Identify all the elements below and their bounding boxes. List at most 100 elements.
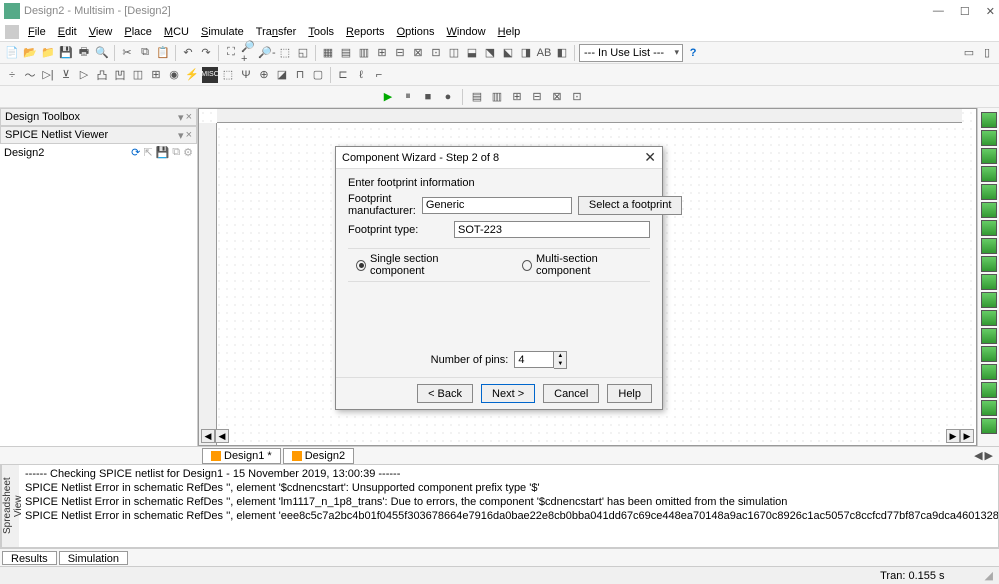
sim-opt-c-icon[interactable]: ⊞ [509,89,525,105]
instrument-bode-icon[interactable] [981,202,997,218]
place-junction-icon[interactable]: ⌐ [371,67,387,83]
tool-d-icon[interactable]: ⊞ [374,45,390,61]
tab-nav-right[interactable]: ▶ [985,449,993,462]
menu-view[interactable]: View [83,24,119,40]
spreadsheet-view-tab[interactable]: Spreadsheet View [1,465,19,547]
refresh-icon[interactable]: ⟳ [131,146,140,159]
place-rf-icon[interactable]: Ψ [238,67,254,83]
place-analog-icon[interactable]: ▷ [76,67,92,83]
sim-opt-b-icon[interactable]: ▥ [489,89,505,105]
place-basic-icon[interactable]: ～ [22,67,38,83]
sim-opt-f-icon[interactable]: ⊡ [569,89,585,105]
spinner-number-of-pins[interactable]: ▲▼ [514,351,567,369]
panel-pin-icon[interactable]: ▾ [178,129,184,142]
log-tab-simulation[interactable]: Simulation [59,551,128,565]
input-footprint-manufacturer[interactable] [422,197,572,214]
place-bus-icon[interactable]: ⊏ [335,67,351,83]
radio-multi-section[interactable]: Multi-section component [522,253,642,277]
save-icon[interactable]: 💾 [156,146,170,159]
tool-l-icon[interactable]: ◨ [518,45,534,61]
place-indicator-icon[interactable]: ◉ [166,67,182,83]
button-cancel[interactable]: Cancel [543,384,599,403]
dialog-close-button[interactable]: ✕ [644,149,656,166]
instrument-agfg-icon[interactable] [981,364,997,380]
place-diode-icon[interactable]: ▷| [40,67,56,83]
minimize-button[interactable]: — [933,5,944,18]
panel-close-icon[interactable]: × [186,129,192,142]
menu-options[interactable]: Options [391,24,441,40]
sim-opt-e-icon[interactable]: ⊠ [549,89,565,105]
zoom-fit-icon[interactable]: ◱ [295,45,311,61]
sim-opt-a-icon[interactable]: ▤ [469,89,485,105]
place-misc2-icon[interactable]: MISC [202,67,218,83]
gear-icon[interactable]: ⚙ [183,146,193,159]
redo-icon[interactable]: ↷ [198,45,214,61]
place-cmos-icon[interactable]: 凹 [112,67,128,83]
netlist-item[interactable]: Design2 ⟳ ⇱ 💾 ⧉ ⚙ [0,144,197,161]
tool-b-icon[interactable]: ▤ [338,45,354,61]
menu-transfer[interactable]: Transfer [250,24,303,40]
spin-down-icon[interactable]: ▼ [554,360,566,368]
menu-edit[interactable]: Edit [52,24,83,40]
menu-simulate[interactable]: Simulate [195,24,250,40]
menu-reports[interactable]: Reports [340,24,391,40]
tab-nav-left[interactable]: ◀ [974,449,982,462]
menu-window[interactable]: Window [440,24,491,40]
save-icon[interactable]: 💾 [58,45,74,61]
instrument-multimeter-icon[interactable] [981,112,997,128]
instrument-wordgen-icon[interactable] [981,238,997,254]
log-tab-results[interactable]: Results [2,551,57,565]
zoom-area-icon[interactable]: ⬚ [277,45,293,61]
menu-tools[interactable]: Tools [302,24,340,40]
copy-icon[interactable]: ⧉ [172,146,180,159]
place-source-icon[interactable]: ÷ [4,67,20,83]
menu-help[interactable]: Help [492,24,527,40]
zoom-full-icon[interactable]: ⛶ [223,45,239,61]
tab-design2[interactable]: Design2 [283,448,354,464]
instrument-wattmeter-icon[interactable] [981,148,997,164]
tool-g-icon[interactable]: ⊡ [428,45,444,61]
pause-button[interactable]: ⏸ [400,89,416,105]
place-mcu-icon[interactable]: ▢ [310,67,326,83]
mdi-icon[interactable] [5,25,19,39]
place-ni-icon[interactable]: ◪ [274,67,290,83]
place-misc-icon[interactable]: ◫ [130,67,146,83]
panel-pin-icon[interactable]: ▾ [178,111,184,124]
tool-c-icon[interactable]: ▥ [356,45,372,61]
maximize-button[interactable]: ☐ [960,5,970,18]
instrument-netan-icon[interactable] [981,346,997,362]
instrument-freqcount-icon[interactable] [981,220,997,236]
panel-toggle-b-icon[interactable]: ▯ [979,45,995,61]
sim-opt-d-icon[interactable]: ⊟ [529,89,545,105]
cut-icon[interactable]: ✂ [119,45,135,61]
place-transistor-icon[interactable]: ⊻ [58,67,74,83]
instrument-distortion-icon[interactable] [981,310,997,326]
panel-toggle-a-icon[interactable]: ▭ [961,45,977,61]
instrument-4ch-icon[interactable] [981,184,997,200]
tool-n-icon[interactable]: ◧ [554,45,570,61]
stop-button[interactable]: ■ [420,89,436,105]
radio-single-section[interactable]: Single section component [356,253,482,277]
open2-icon[interactable]: 📁 [40,45,56,61]
tool-i-icon[interactable]: ⬓ [464,45,480,61]
close-button[interactable]: ✕ [986,5,995,18]
menu-mcu[interactable]: MCU [158,24,195,40]
export-icon[interactable]: ⇱ [143,146,152,159]
instrument-tksc-icon[interactable] [981,418,997,434]
preview-icon[interactable]: 🔍 [94,45,110,61]
spin-up-icon[interactable]: ▲ [554,352,566,360]
zoom-out-icon[interactable]: 🔎- [259,45,275,61]
tool-e-icon[interactable]: ⊟ [392,45,408,61]
place-advanced-icon[interactable]: ⬚ [220,67,236,83]
tool-f-icon[interactable]: ⊠ [410,45,426,61]
help-icon[interactable]: ? [685,45,701,61]
place-ttl-icon[interactable]: 凸 [94,67,110,83]
record-button[interactable]: ● [440,89,456,105]
button-select-footprint[interactable]: Select a footprint [578,196,683,215]
place-mixed-icon[interactable]: ⊞ [148,67,164,83]
instrument-logicconv-icon[interactable] [981,274,997,290]
menu-file[interactable]: File [22,24,52,40]
in-use-list-dropdown[interactable]: --- In Use List --- [579,44,683,62]
print-icon[interactable]: 🖶 [76,45,92,61]
menu-place[interactable]: Place [118,24,158,40]
